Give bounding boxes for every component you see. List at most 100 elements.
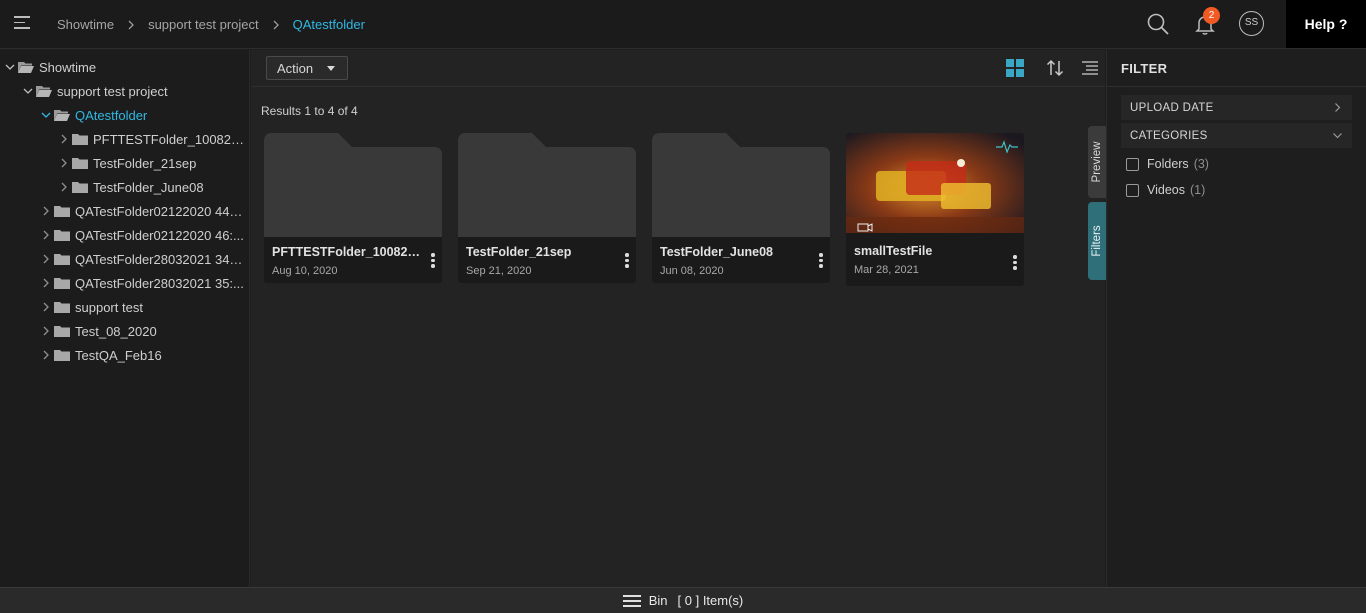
sidebar-tree-label: QATestFolder28032021 35:...	[75, 275, 244, 291]
menu-icon[interactable]	[14, 16, 30, 30]
card-info: TestFolder_21sep Sep 21, 2020	[458, 237, 636, 283]
sidebar-tree-item[interactable]: QATestFolder28032021 34:13	[40, 248, 246, 270]
card-name: PFTTESTFolder_100820...	[272, 245, 422, 259]
sidebar-tree-label: PFTTESTFolder_100820...	[93, 131, 246, 147]
more-options-icon[interactable]	[818, 253, 824, 271]
folder-thumbnail-icon	[458, 133, 636, 237]
option-label: Videos	[1147, 183, 1185, 197]
sidebar-tree-label: TestFolder_June08	[93, 179, 204, 195]
chevron-right-icon[interactable]	[40, 301, 52, 313]
chevron-right-icon	[1335, 103, 1341, 112]
avatar[interactable]: SS	[1239, 11, 1264, 36]
more-options-icon[interactable]	[1012, 255, 1018, 273]
folder-card[interactable]: PFTTESTFolder_100820... Aug 10, 2020	[264, 133, 442, 283]
filter-section-categories[interactable]: CATEGORIES	[1121, 123, 1352, 148]
card-date: Aug 10, 2020	[272, 265, 338, 277]
sidebar-tree-label: support test project	[57, 83, 168, 99]
breadcrumb-qatestfolder[interactable]: QAtestfolder	[293, 17, 365, 32]
chevron-down-icon[interactable]	[40, 109, 52, 121]
video-card[interactable]: smallTestFile Mar 28, 2021	[846, 133, 1024, 286]
divider	[1107, 86, 1366, 87]
tab-filters-label: Filters	[1091, 225, 1103, 257]
bin-menu-icon[interactable]	[622, 594, 641, 607]
breadcrumb-support-test-project[interactable]: support test project	[148, 17, 259, 32]
sidebar-tree-label: QATestFolder02122020 44:23	[75, 203, 246, 219]
bin-count: [ 0 ] Item(s)	[677, 593, 744, 608]
card-date: Mar 28, 2021	[854, 264, 919, 276]
chevron-right-icon[interactable]	[40, 229, 52, 241]
sidebar-tree-item[interactable]: QATestFolder28032021 35:...	[40, 272, 244, 294]
list-view-icon[interactable]	[1082, 61, 1098, 75]
tab-filters[interactable]: Filters	[1088, 202, 1106, 280]
checkbox[interactable]	[1126, 183, 1139, 197]
search-icon[interactable]	[1146, 12, 1170, 36]
help-button[interactable]: Help ?	[1286, 0, 1366, 48]
chevron-right-icon[interactable]	[40, 349, 52, 361]
filter-option-folders[interactable]: Folders (3)	[1126, 155, 1209, 173]
sidebar-tree-item[interactable]: QATestFolder02122020 44:23	[40, 200, 246, 222]
chevron-down-icon[interactable]	[22, 85, 34, 97]
checkbox[interactable]	[1126, 157, 1139, 171]
action-dropdown[interactable]: Action	[266, 56, 348, 80]
option-count: (3)	[1193, 157, 1209, 171]
chevron-right-icon[interactable]	[58, 157, 70, 169]
filter-section-upload-date[interactable]: UPLOAD DATE	[1121, 95, 1352, 120]
more-options-icon[interactable]	[430, 253, 436, 271]
card-name: smallTestFile	[854, 244, 933, 258]
sort-icon[interactable]	[1045, 58, 1065, 78]
results-count: Results 1 to 4 of 4	[261, 104, 358, 118]
chevron-right-icon	[128, 20, 134, 29]
sidebar-tree-item[interactable]: support test project	[22, 80, 168, 102]
caret-down-icon	[327, 66, 335, 71]
sidebar-tree-item[interactable]: TestFolder_June08	[58, 176, 204, 198]
sidebar-tree-label: TestQA_Feb16	[75, 347, 162, 363]
tab-preview-label: Preview	[1091, 141, 1103, 183]
toolbar: Action	[251, 50, 1105, 87]
sidebar-tree-item[interactable]: Test_08_2020	[40, 320, 157, 342]
sidebar-tree-item[interactable]: TestFolder_21sep	[58, 152, 196, 174]
chevron-right-icon[interactable]	[58, 181, 70, 193]
folder-card[interactable]: TestFolder_21sep Sep 21, 2020	[458, 133, 636, 283]
breadcrumb-showtime[interactable]: Showtime	[57, 17, 114, 32]
folder-icon	[72, 181, 88, 193]
chevron-right-icon	[273, 20, 279, 29]
sidebar-tree-item[interactable]: QAtestfolder	[40, 104, 147, 126]
sidebar-tree-label: QAtestfolder	[75, 107, 148, 123]
chevron-right-icon[interactable]	[40, 277, 52, 289]
sidebar-tree-label: QATestFolder02122020 46:...	[75, 227, 244, 243]
folder-tree: Showtime support test project QAtestfolder…	[0, 50, 250, 587]
more-options-icon[interactable]	[624, 253, 630, 271]
card-info: TestFolder_June08 Jun 08, 2020	[652, 237, 830, 283]
bin-label: Bin	[648, 593, 668, 608]
tab-preview[interactable]: Preview	[1088, 126, 1106, 198]
folder-card[interactable]: TestFolder_June08 Jun 08, 2020	[652, 133, 830, 283]
bin-bar[interactable]: Bin [ 0 ] Item(s)	[0, 587, 1366, 613]
folder-icon	[54, 229, 70, 241]
card-name: TestFolder_21sep	[466, 245, 572, 259]
folder-icon	[72, 157, 88, 169]
sidebar-tree-label: TestFolder_21sep	[93, 155, 197, 171]
folder-icon	[54, 301, 70, 313]
chevron-right-icon[interactable]	[40, 205, 52, 217]
filter-panel: FILTER UPLOAD DATE CATEGORIES Folders (3…	[1106, 50, 1366, 587]
sidebar-tree-label: QATestFolder28032021 34:13	[75, 251, 246, 267]
filter-title: FILTER	[1121, 61, 1168, 76]
folder-icon	[54, 325, 70, 337]
chevron-right-icon[interactable]	[40, 325, 52, 337]
sidebar-tree-item[interactable]: Showtime	[4, 56, 96, 78]
sidebar-tree-item[interactable]: support test	[40, 296, 143, 318]
folder-icon	[54, 205, 70, 217]
folder-icon	[54, 253, 70, 265]
top-header: Showtime support test project QAtestfold…	[0, 0, 1366, 49]
chevron-right-icon[interactable]	[58, 133, 70, 145]
sidebar-tree-item[interactable]: QATestFolder02122020 46:...	[40, 224, 244, 246]
sidebar-tree-item[interactable]: PFTTESTFolder_100820...	[58, 128, 246, 150]
sidebar-tree-label: support test	[75, 299, 143, 315]
grid-view-icon[interactable]	[1006, 59, 1024, 77]
chevron-right-icon[interactable]	[40, 253, 52, 265]
filter-option-videos[interactable]: Videos (1)	[1126, 181, 1205, 199]
folder-thumbnail-icon	[652, 133, 830, 237]
chevron-down-icon[interactable]	[4, 61, 16, 73]
sidebar-tree-item[interactable]: TestQA_Feb16	[40, 344, 162, 366]
folder-open-icon	[54, 109, 70, 121]
